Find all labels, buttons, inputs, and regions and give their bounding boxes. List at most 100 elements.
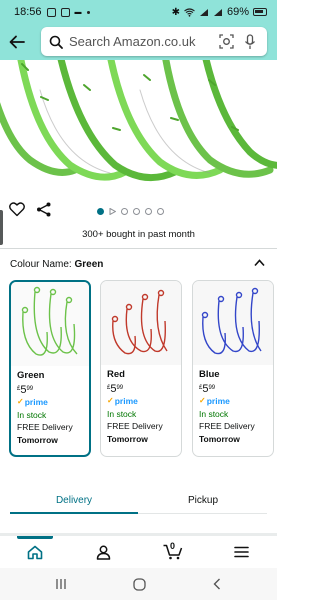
- hamburger-menu-icon: [234, 546, 249, 558]
- bluetooth-icon: ✱: [171, 6, 180, 18]
- price-fraction: 99: [116, 384, 124, 391]
- product-image[interactable]: [0, 60, 277, 186]
- variant-thumbnail: [11, 282, 89, 366]
- bought-in-past-month: 300+ bought in past month: [82, 229, 195, 240]
- tab-delivery[interactable]: Delivery: [10, 487, 138, 513]
- app-header: 18:56 ▬ ✱ 69%: [0, 0, 277, 60]
- variant-card-green[interactable]: Green £599 ✓ prime In stock FREE Delivery…: [9, 280, 91, 457]
- voice-search-button[interactable]: [241, 33, 259, 51]
- variant-thumbnail: [193, 281, 273, 365]
- wishlist-button[interactable]: [9, 202, 25, 222]
- home-icon: [27, 545, 42, 559]
- bottom-navigation: 0: [0, 536, 277, 568]
- variant-card-red[interactable]: Red £599 ✓ prime In stock FREE Delivery T…: [100, 280, 182, 457]
- delivery-text: FREE Delivery: [107, 421, 163, 431]
- colour-selector-header[interactable]: Colour Name: Green: [10, 259, 267, 273]
- stock-status: In stock: [17, 409, 47, 420]
- delivery-day: Tomorrow: [17, 434, 58, 445]
- image-carousel-indicator[interactable]: [97, 208, 164, 215]
- status-right: ✱ 69%: [172, 6, 267, 18]
- carousel-dot[interactable]: [133, 208, 140, 215]
- variant-price: £599: [17, 383, 85, 397]
- variant-info: Green £599 ✓ prime In stock FREE Delivery…: [17, 370, 85, 446]
- green-plant-stakes-image: [0, 60, 277, 182]
- heart-icon: [9, 202, 25, 217]
- chat-notification-icon: ▬: [74, 8, 82, 16]
- prime-badge: ✓ prime: [17, 396, 85, 409]
- variant-price: £599: [107, 382, 177, 396]
- microphone-icon: [244, 33, 256, 49]
- stock-status: In stock: [199, 408, 229, 419]
- status-time: 18:56: [14, 6, 42, 18]
- delivery-day: Tomorrow: [107, 433, 148, 444]
- image-notification-icon: [60, 7, 70, 17]
- nav-active-indicator: [17, 536, 53, 539]
- system-navigation-bar: [0, 568, 277, 600]
- nav-cart[interactable]: 0: [138, 536, 207, 568]
- variant-card-blue[interactable]: Blue £599 ✓ prime In stock FREE Delivery …: [192, 280, 274, 457]
- fulfilment-tabs: Delivery Pickup: [0, 487, 277, 515]
- colour-variant-cards: Green £599 ✓ prime In stock FREE Delivery…: [9, 280, 275, 460]
- variant-thumbnail: [101, 281, 181, 365]
- carousel-dot[interactable]: [97, 208, 104, 215]
- image-actions-row: [0, 200, 277, 224]
- tab-pickup[interactable]: Pickup: [138, 487, 268, 513]
- carousel-dot[interactable]: [145, 208, 152, 215]
- recent-apps-icon: [56, 579, 66, 589]
- prime-check-icon: ✓: [17, 397, 24, 406]
- red-plant-stakes-thumbnail: [111, 289, 168, 355]
- carousel-dot[interactable]: [121, 208, 128, 215]
- stock-status: In stock: [107, 408, 137, 419]
- volte-icon: [199, 8, 208, 16]
- carousel-dot[interactable]: [157, 208, 164, 215]
- signal-icon: [213, 8, 222, 16]
- search-row: [0, 26, 277, 58]
- video-play-icon[interactable]: [109, 208, 116, 215]
- cart-count: 0: [170, 541, 176, 551]
- variant-name: Red: [107, 369, 125, 380]
- back-system-button[interactable]: [207, 576, 227, 592]
- delivery-day: Tomorrow: [199, 433, 240, 444]
- amazon-product-page: 18:56 ▬ ✱ 69% Search Amazon.co.uk 300+ b…: [0, 0, 277, 600]
- price-fraction: 99: [26, 385, 34, 392]
- gallery-notification-icon: [46, 7, 56, 17]
- nav-menu[interactable]: [207, 536, 276, 568]
- search-bar[interactable]: [41, 27, 267, 56]
- delivery-text: FREE Delivery: [17, 422, 73, 432]
- prime-label: prime: [206, 396, 230, 406]
- share-button[interactable]: [36, 202, 52, 222]
- nav-account[interactable]: [69, 536, 138, 568]
- back-button[interactable]: [2, 27, 32, 57]
- battery-percent: 69%: [226, 6, 249, 18]
- share-icon: [37, 202, 51, 217]
- home-circle-icon: [132, 577, 146, 591]
- back-chevron-icon: [213, 578, 220, 590]
- green-plant-stakes-thumbnail: [21, 286, 78, 356]
- chevron-up-icon[interactable]: [254, 259, 265, 267]
- active-tab-indicator: [10, 512, 138, 514]
- variant-info: Red £599 ✓ prime In stock FREE Delivery T…: [107, 369, 177, 445]
- delivery-text: FREE Delivery: [199, 421, 255, 431]
- prime-check-icon: ✓: [107, 396, 114, 405]
- prime-label: prime: [114, 396, 138, 406]
- colour-label: Colour Name:: [10, 259, 72, 270]
- section-divider: [0, 248, 277, 249]
- blue-plant-stakes-thumbnail: [201, 287, 262, 355]
- variant-info: Blue £599 ✓ prime In stock FREE Delivery …: [199, 369, 269, 445]
- nav-home[interactable]: [0, 536, 69, 568]
- home-system-button[interactable]: [129, 576, 149, 592]
- status-bar: 18:56 ▬ ✱ 69%: [0, 0, 277, 24]
- wifi-icon: [184, 7, 195, 17]
- recent-apps-button[interactable]: [51, 576, 71, 592]
- camera-search-button[interactable]: [217, 33, 235, 51]
- variant-name: Blue: [199, 369, 220, 380]
- variant-price: £599: [199, 382, 269, 396]
- search-input[interactable]: [69, 34, 211, 49]
- price-fraction: 99: [208, 384, 216, 391]
- prime-check-icon: ✓: [199, 396, 206, 405]
- variant-name: Green: [17, 370, 45, 381]
- more-notifications-icon: [86, 10, 90, 14]
- prime-badge: ✓ prime: [107, 395, 177, 408]
- status-left: 18:56 ▬: [14, 6, 90, 18]
- person-icon: [96, 545, 111, 560]
